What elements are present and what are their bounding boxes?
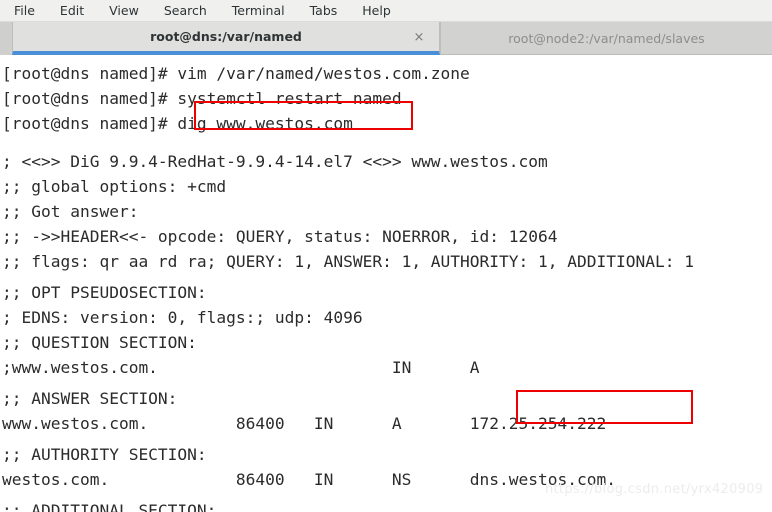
terminal-line: ; <<>> DiG 9.9.4-RedHat-9.9.4-14.el7 <<>… <box>2 152 548 171</box>
terminal-line: [root@dns named]# dig www.westos.com <box>2 114 353 133</box>
terminal-line: [root@dns named]# systemctl restart name… <box>2 89 402 108</box>
terminal-line-answer-record: www.westos.com. 86400 IN A 172.25.254.22… <box>2 414 607 433</box>
tab-title-inactive: root@node2:/var/named/slaves <box>508 30 705 46</box>
watermark: https://blog.csdn.net/yrx420909 <box>545 482 764 497</box>
menu-item-tabs[interactable]: Tabs <box>310 1 338 21</box>
terminal-window: File Edit View Search Terminal Tabs Help… <box>0 0 772 512</box>
terminal-line: ;; ADDITIONAL SECTION: <box>2 501 217 512</box>
menu-bar: File Edit View Search Terminal Tabs Help <box>0 0 772 22</box>
terminal-line: ; EDNS: version: 0, flags:; udp: 4096 <box>2 308 363 327</box>
terminal-line: ;; ANSWER SECTION: <box>2 389 178 408</box>
terminal-line-question-record: ;www.westos.com. IN A <box>2 358 480 377</box>
menu-item-terminal[interactable]: Terminal <box>232 1 285 21</box>
terminal-line: ;; OPT PSEUDOSECTION: <box>2 283 207 302</box>
menu-item-edit[interactable]: Edit <box>60 1 84 21</box>
terminal-line: ;; Got answer: <box>2 202 139 221</box>
menu-item-file[interactable]: File <box>14 1 35 21</box>
terminal-line: ;; global options: +cmd <box>2 177 227 196</box>
terminal-line: ;; ->>HEADER<<- opcode: QUERY, status: N… <box>2 227 558 246</box>
menu-item-search[interactable]: Search <box>164 1 207 21</box>
terminal-line: ;; QUESTION SECTION: <box>2 333 197 352</box>
close-icon[interactable]: × <box>411 30 427 46</box>
terminal-output[interactable]: [root@dns named]# vim /var/named/westos.… <box>0 55 772 512</box>
tab-root-node2[interactable]: root@node2:/var/named/slaves <box>440 22 772 55</box>
tab-bar: root@dns:/var/named × root@node2:/var/na… <box>0 22 772 55</box>
menu-item-help[interactable]: Help <box>362 1 391 21</box>
terminal-line: ;; flags: qr aa rd ra; QUERY: 1, ANSWER:… <box>2 252 694 271</box>
terminal-line: [root@dns named]# vim /var/named/westos.… <box>2 64 470 83</box>
tab-title-active: root@dns:/var/named <box>150 29 302 44</box>
terminal-line-authority-record: westos.com. 86400 IN NS dns.westos.com. <box>2 470 616 489</box>
menu-item-view[interactable]: View <box>109 1 139 21</box>
terminal-line: ;; AUTHORITY SECTION: <box>2 445 207 464</box>
tab-root-dns[interactable]: root@dns:/var/named × <box>12 22 440 55</box>
